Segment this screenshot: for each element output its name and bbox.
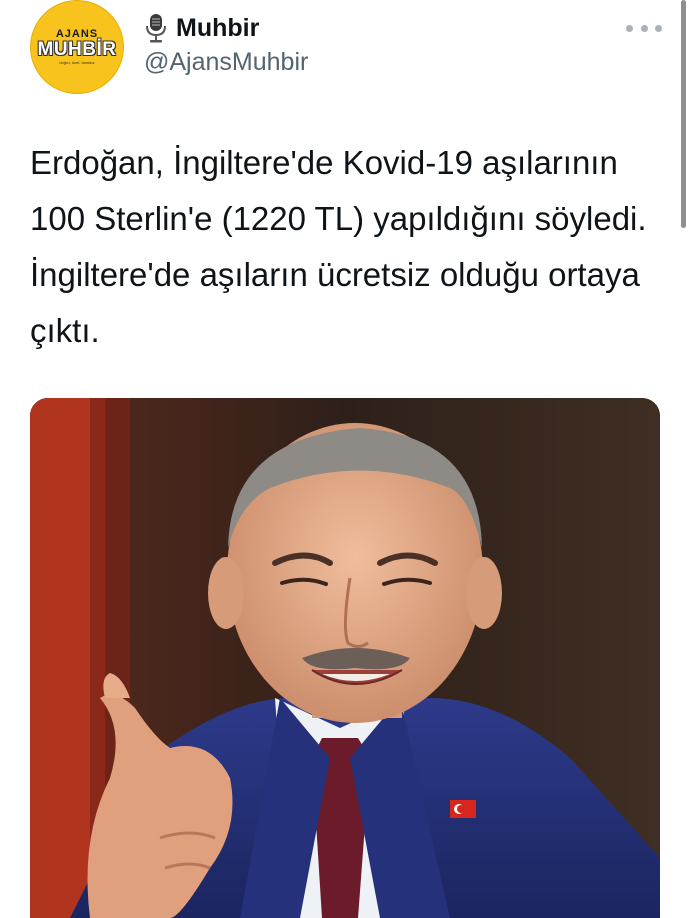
more-options-icon[interactable] [626,20,662,36]
tweet-text: Erdoğan, İngiltere'de Kovid-19 aşılarını… [30,144,647,349]
avatar-logo-line2: MUHBİR [37,38,117,60]
photo-illustration [30,398,660,918]
name-row[interactable]: Muhbir [144,12,259,44]
scroll-indicator[interactable] [681,0,686,228]
display-name[interactable]: Muhbir [176,14,259,43]
avatar[interactable]: AJANS MUHBİR doğru, özet, tarafsız [30,0,124,94]
handle[interactable]: @AjansMuhbir [144,48,308,77]
more-dot-icon [626,24,633,32]
avatar-logo-line3: doğru, özet, tarafsız [59,59,95,65]
more-dot-icon [655,24,662,32]
microphone-icon [146,14,166,43]
more-dot-icon [640,24,648,32]
tweet-photo[interactable] [30,398,660,918]
tweet-header: AJANS MUHBİR doğru, özet, tarafsız Muhbi… [0,0,690,110]
avatar-logo-line1: AJANS [55,27,99,40]
